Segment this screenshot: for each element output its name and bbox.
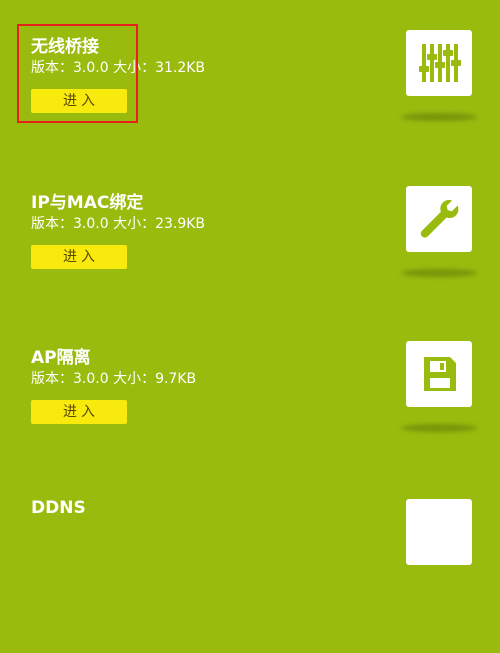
- equalizer-sliders-icon[interactable]: [406, 30, 472, 96]
- plugin-item-ip-mac-binding: IP与MAC绑定 版本：3.0.0 大小：23.9KB 进入: [0, 186, 500, 348]
- floppy-disk-icon-graphic: [424, 357, 456, 391]
- plugin-meta: 版本：3.0.0 大小：31.2KB: [31, 59, 205, 77]
- version-value: 3.0.0: [73, 371, 109, 387]
- plugin-title: AP隔离: [31, 348, 91, 368]
- wrench-icon-graphic: [420, 200, 459, 238]
- version-value: 3.0.0: [73, 216, 109, 232]
- version-label: 版本：: [31, 60, 73, 76]
- version-label: 版本：: [31, 216, 73, 232]
- size-label: 大小：: [113, 371, 156, 387]
- enter-button[interactable]: 进入: [31, 245, 127, 269]
- size-label: 大小：: [113, 216, 156, 232]
- plugin-title: DDNS: [31, 498, 86, 518]
- plugin-meta: 版本：3.0.0 大小：23.9KB: [31, 215, 205, 233]
- equalizer-sliders-icon-graphic: [419, 44, 461, 82]
- size-value: 23.9KB: [155, 216, 206, 232]
- enter-button[interactable]: 进入: [31, 400, 127, 424]
- wrench-icon[interactable]: [406, 186, 472, 252]
- plugin-item-ddns: DDNS: [0, 497, 500, 653]
- enter-button[interactable]: 进入: [31, 89, 127, 113]
- size-value: 31.2KB: [155, 60, 206, 76]
- size-label: 大小：: [113, 60, 156, 76]
- plugin-title: IP与MAC绑定: [31, 193, 144, 213]
- plugin-title: 无线桥接: [31, 37, 99, 57]
- floppy-disk-icon[interactable]: [406, 341, 472, 407]
- icon-shadow: [401, 424, 477, 432]
- plugin-meta: 版本：3.0.0 大小：9.7KB: [31, 370, 196, 388]
- plugin-item-ap-isolation: AP隔离 版本：3.0.0 大小：9.7KB 进入: [0, 341, 500, 503]
- version-label: 版本：: [31, 371, 73, 387]
- version-value: 3.0.0: [73, 60, 109, 76]
- plugin-icon-partial[interactable]: [406, 499, 472, 565]
- size-value: 9.7KB: [155, 371, 197, 387]
- icon-shadow: [401, 113, 477, 121]
- plugin-item-wireless-bridge: 无线桥接 版本：3.0.0 大小：31.2KB 进入: [0, 30, 500, 192]
- icon-shadow: [401, 269, 477, 277]
